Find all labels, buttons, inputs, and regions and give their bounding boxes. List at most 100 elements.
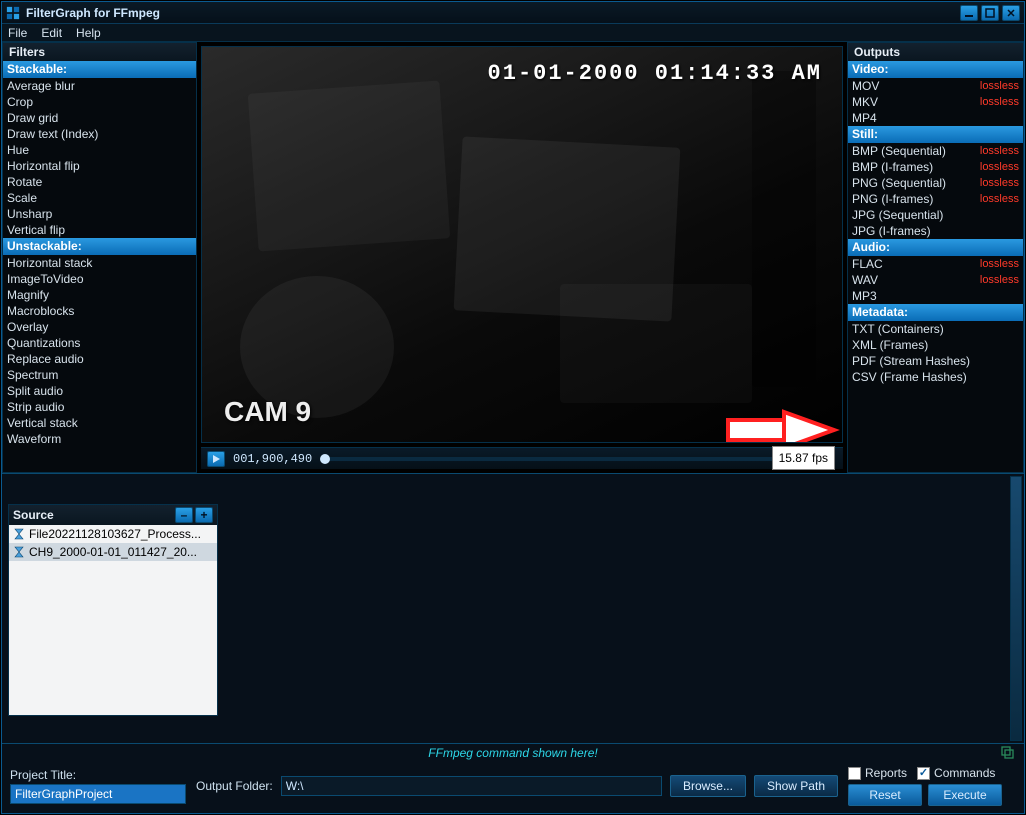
filters-section-header: Stackable:: [3, 61, 196, 78]
output-item[interactable]: WAVlossless: [848, 272, 1023, 288]
source-header: Source – +: [9, 505, 217, 525]
filter-item[interactable]: Macroblocks: [3, 303, 196, 319]
source-list: File20221128103627_Process...CH9_2000-01…: [9, 525, 217, 715]
output-item[interactable]: MP4: [848, 110, 1023, 126]
output-item[interactable]: MKVlossless: [848, 94, 1023, 110]
filter-item[interactable]: Vertical flip: [3, 222, 196, 238]
menu-edit[interactable]: Edit: [41, 26, 62, 40]
reset-button[interactable]: Reset: [848, 784, 922, 806]
source-remove-button[interactable]: –: [175, 507, 193, 523]
filter-item[interactable]: Waveform: [3, 431, 196, 447]
source-item[interactable]: CH9_2000-01-01_011427_20...: [9, 543, 217, 561]
minimize-button[interactable]: [960, 5, 978, 21]
progress-track[interactable]: [320, 457, 809, 461]
execute-button[interactable]: Execute: [928, 784, 1002, 806]
output-item[interactable]: JPG (I-frames): [848, 223, 1023, 239]
bottom-area: FFmpeg command shown here! Project Title…: [2, 744, 1024, 813]
filter-item[interactable]: Horizontal stack: [3, 255, 196, 271]
app-window: FilterGraph for FFmpeg File Edit Help Fi…: [1, 1, 1025, 814]
commands-checkbox-label: Commands: [934, 766, 995, 780]
window-title: FilterGraph for FFmpeg: [26, 6, 960, 20]
menu-help[interactable]: Help: [76, 26, 101, 40]
show-path-button[interactable]: Show Path: [754, 775, 838, 797]
source-title: Source: [13, 508, 173, 522]
outputs-section-header: Metadata:: [848, 304, 1023, 321]
filter-item[interactable]: Spectrum: [3, 367, 196, 383]
checkbox-row: Reports Commands: [848, 766, 1016, 780]
filters-section-header: Unstackable:: [3, 238, 196, 255]
annotation-arrow: [722, 408, 842, 443]
hourglass-icon: [13, 528, 25, 540]
output-item[interactable]: MOVlossless: [848, 78, 1023, 94]
titlebar: FilterGraph for FFmpeg: [2, 2, 1024, 24]
transport-bar: 001,900,490 15.87 fps N/A: [201, 447, 843, 469]
source-panel: Source – + File20221128103627_Process...…: [8, 504, 218, 716]
commands-checkbox[interactable]: Commands: [917, 766, 995, 780]
fps-readout: 15.87 fps: [772, 446, 835, 470]
command-preview: FFmpeg command shown here!: [2, 744, 1024, 762]
hourglass-icon: [13, 546, 25, 558]
outputs-section-header: Audio:: [848, 239, 1023, 256]
video-preview[interactable]: 01-01-2000 01:14:33 AM CAM 9: [201, 46, 843, 443]
source-item[interactable]: File20221128103627_Process...: [9, 525, 217, 543]
outputs-section-header: Video:: [848, 61, 1023, 78]
filter-item[interactable]: Crop: [3, 94, 196, 110]
filter-item[interactable]: Split audio: [3, 383, 196, 399]
progress-thumb[interactable]: [320, 454, 330, 464]
preview-camera-label: CAM 9: [224, 396, 311, 428]
timecode: 001,900,490: [233, 452, 312, 466]
output-item[interactable]: PDF (Stream Hashes): [848, 353, 1023, 369]
middle-area: Source – + File20221128103627_Process...…: [2, 474, 1024, 744]
preview-panel: 01-01-2000 01:14:33 AM CAM 9 001,900,490…: [197, 42, 847, 473]
filter-item[interactable]: Replace audio: [3, 351, 196, 367]
filter-item[interactable]: Draw text (Index): [3, 126, 196, 142]
bottom-controls: Project Title: Output Folder: Browse... …: [2, 762, 1024, 810]
outputs-panel: Outputs Video:MOVlosslessMKVlosslessMP4S…: [847, 42, 1024, 473]
output-item[interactable]: BMP (I-frames)lossless: [848, 159, 1023, 175]
filter-item[interactable]: Overlay: [3, 319, 196, 335]
output-item[interactable]: FLAClossless: [848, 256, 1023, 272]
outputs-list: Video:MOVlosslessMKVlosslessMP4Still:BMP…: [848, 61, 1023, 472]
filter-item[interactable]: Scale: [3, 190, 196, 206]
filter-item[interactable]: Draw grid: [3, 110, 196, 126]
filter-item[interactable]: Magnify: [3, 287, 196, 303]
output-item[interactable]: PNG (I-frames)lossless: [848, 191, 1023, 207]
filter-item[interactable]: Quantizations: [3, 335, 196, 351]
project-title-input[interactable]: [10, 784, 186, 804]
project-block: Project Title:: [10, 768, 186, 804]
window-controls: [960, 5, 1020, 21]
filter-item[interactable]: Strip audio: [3, 399, 196, 415]
play-button[interactable]: [207, 451, 225, 467]
filter-item[interactable]: Average blur: [3, 78, 196, 94]
filter-item[interactable]: Rotate: [3, 174, 196, 190]
filters-header: Filters: [3, 43, 196, 61]
copy-command-icon[interactable]: [1000, 745, 1014, 759]
output-item[interactable]: TXT (Containers): [848, 321, 1023, 337]
output-item[interactable]: BMP (Sequential)lossless: [848, 143, 1023, 159]
action-buttons: Reset Execute: [848, 784, 1016, 806]
browse-button[interactable]: Browse...: [670, 775, 746, 797]
filters-list: Stackable:Average blurCropDraw gridDraw …: [3, 61, 196, 472]
app-icon: [6, 6, 20, 20]
output-item[interactable]: MP3: [848, 288, 1023, 304]
output-item[interactable]: XML (Frames): [848, 337, 1023, 353]
reports-checkbox[interactable]: Reports: [848, 766, 907, 780]
output-item[interactable]: CSV (Frame Hashes): [848, 369, 1023, 385]
filter-item[interactable]: ImageToVideo: [3, 271, 196, 287]
output-item[interactable]: JPG (Sequential): [848, 207, 1023, 223]
maximize-button[interactable]: [981, 5, 999, 21]
output-item[interactable]: PNG (Sequential)lossless: [848, 175, 1023, 191]
source-add-button[interactable]: +: [195, 507, 213, 523]
filter-item[interactable]: Unsharp: [3, 206, 196, 222]
menubar: File Edit Help: [2, 24, 1024, 42]
preview-timestamp: 01-01-2000 01:14:33 AM: [488, 61, 822, 86]
filter-item[interactable]: Vertical stack: [3, 415, 196, 431]
output-folder-input[interactable]: [281, 776, 662, 796]
filters-panel: Filters Stackable:Average blurCropDraw g…: [2, 42, 197, 473]
command-hint: FFmpeg command shown here!: [428, 746, 597, 760]
filter-item[interactable]: Hue: [3, 142, 196, 158]
filter-item[interactable]: Horizontal flip: [3, 158, 196, 174]
close-button[interactable]: [1002, 5, 1020, 21]
output-block: Output Folder: Browse... Show Path: [196, 775, 838, 797]
menu-file[interactable]: File: [8, 26, 27, 40]
